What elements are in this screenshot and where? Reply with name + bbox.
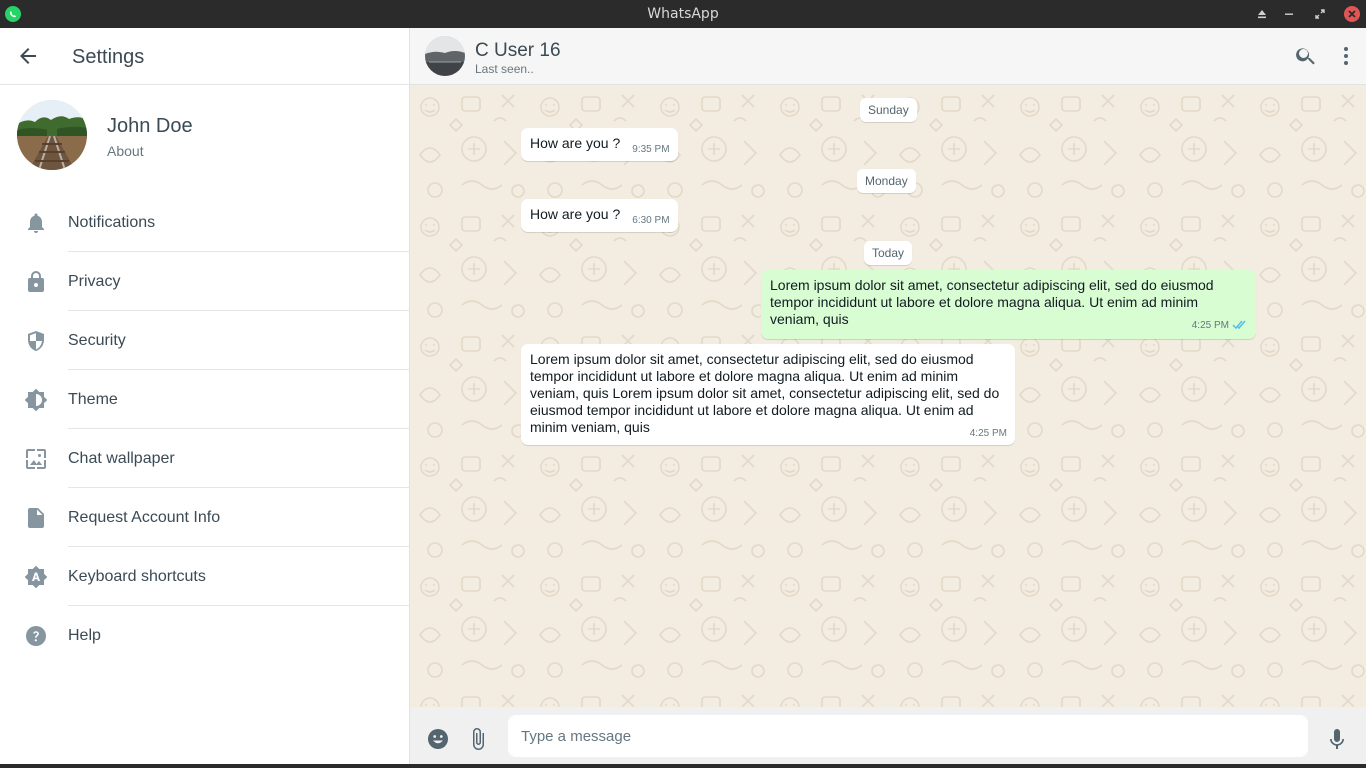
keyboard-icon (24, 565, 48, 589)
message-time: 4:25 PM (969, 428, 1007, 439)
emoji-icon[interactable] (426, 727, 450, 751)
profile-name: John Doe (107, 115, 193, 137)
chat-header: C User 16 Last seen.. (410, 28, 1366, 85)
settings-header: Settings (0, 28, 410, 85)
search-icon[interactable] (1294, 44, 1318, 68)
date-separator: Monday (857, 169, 916, 193)
message-bubble-incoming[interactable]: How are you ? 6:30 PM (521, 199, 678, 232)
avatar[interactable] (17, 100, 87, 170)
message-time: 4:25 PM (1191, 320, 1229, 331)
settings-item-request-account-info[interactable]: Request Account Info (0, 488, 410, 547)
settings-item-label: Help (68, 627, 101, 644)
message-area[interactable]: Sunday How are you ? 9:35 PM Monday How a… (410, 85, 1366, 707)
contact-last-seen: Last seen.. (475, 62, 534, 76)
bell-icon (24, 211, 48, 235)
message-meta: 4:25 PM (1192, 317, 1248, 336)
attachment-icon[interactable] (466, 727, 490, 751)
settings-item-chat-wallpaper[interactable]: Chat wallpaper (0, 429, 410, 488)
settings-item-label: Keyboard shortcuts (68, 568, 206, 585)
settings-item-label: Notifications (68, 214, 156, 231)
microphone-icon[interactable] (1325, 727, 1349, 751)
settings-item-label: Privacy (68, 273, 121, 290)
page-title: Settings (72, 46, 145, 68)
settings-item-privacy[interactable]: Privacy (0, 252, 410, 311)
maximize-button[interactable] (1312, 6, 1328, 22)
settings-item-label: Theme (68, 391, 118, 408)
message-text: How are you ? (530, 135, 621, 151)
window-titlebar: WhatsApp (0, 0, 1366, 28)
message-text: Lorem ipsum dolor sit amet, consectetur … (770, 277, 1214, 327)
chat-panel: C User 16 Last seen.. Sunday How are you… (410, 28, 1366, 764)
minimize-button[interactable] (1281, 6, 1297, 22)
profile-section[interactable]: John Doe About (0, 85, 410, 185)
date-separator: Sunday (860, 98, 917, 122)
date-separator: Today (864, 241, 913, 265)
settings-item-label: Security (68, 332, 126, 349)
more-options-icon[interactable] (1334, 44, 1358, 68)
message-text: Lorem ipsum dolor sit amet, consectetur … (530, 351, 1000, 435)
wallpaper-icon (24, 447, 48, 471)
read-receipt-icon (1232, 319, 1248, 336)
message-composer (410, 707, 1366, 764)
settings-item-label: Chat wallpaper (68, 450, 175, 467)
theme-icon (24, 388, 48, 412)
settings-item-keyboard-shortcuts[interactable]: Keyboard shortcuts (0, 547, 410, 606)
eject-icon[interactable] (1254, 6, 1270, 22)
settings-panel: Settings John Doe About Notifications Pr… (0, 28, 410, 764)
message-input[interactable] (508, 715, 1308, 757)
shield-icon (24, 329, 48, 353)
back-arrow-icon[interactable] (16, 44, 40, 68)
message-time: 6:30 PM (632, 215, 670, 226)
message-bubble-incoming[interactable]: How are you ? 9:35 PM (521, 128, 678, 161)
message-text: How are you ? (530, 206, 621, 222)
settings-item-label: Request Account Info (68, 509, 221, 526)
settings-menu: Notifications Privacy Security Theme Cha… (0, 193, 410, 665)
window-title: WhatsApp (647, 6, 719, 22)
settings-item-notifications[interactable]: Notifications (0, 193, 410, 252)
window-bottom-border (0, 764, 1366, 768)
settings-item-security[interactable]: Security (0, 311, 410, 370)
document-icon (24, 506, 48, 530)
message-bubble-incoming[interactable]: Lorem ipsum dolor sit amet, consectetur … (521, 344, 1015, 445)
message-bubble-outgoing[interactable]: Lorem ipsum dolor sit amet, consectetur … (761, 270, 1256, 339)
settings-item-theme[interactable]: Theme (0, 370, 410, 429)
message-time: 9:35 PM (632, 144, 670, 155)
contact-name[interactable]: C User 16 (475, 40, 561, 62)
profile-about: About (107, 143, 144, 159)
lock-icon (24, 270, 48, 294)
help-icon (24, 624, 48, 648)
settings-item-help[interactable]: Help (0, 606, 410, 665)
contact-avatar[interactable] (425, 36, 465, 76)
close-button[interactable] (1344, 6, 1360, 22)
